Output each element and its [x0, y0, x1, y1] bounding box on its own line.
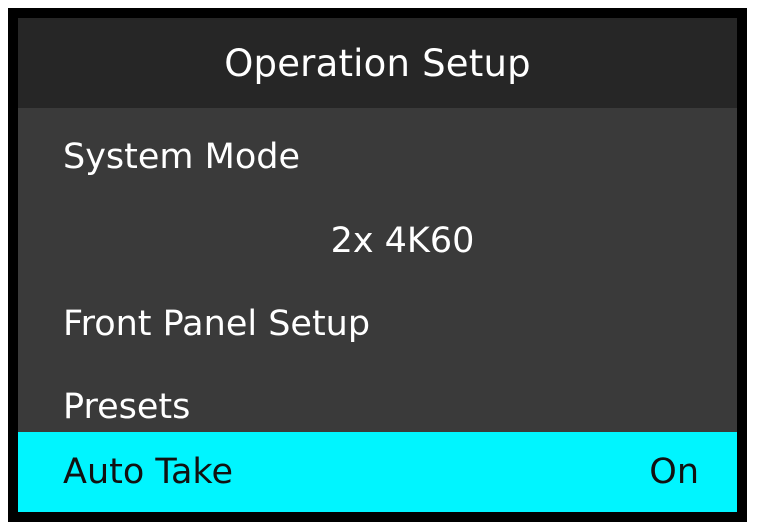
menu-screen: Operation Setup System Mode 2x 4K60 Fron…: [18, 18, 737, 512]
menu-item-label: System Mode: [63, 137, 301, 177]
auto-take-value: On: [649, 452, 699, 492]
system-mode-value-row[interactable]: 2x 4K60: [18, 206, 737, 276]
title-bar: Operation Setup: [18, 18, 737, 108]
system-mode-value: 2x 4K60: [330, 221, 475, 261]
device-display-frame: Operation Setup System Mode 2x 4K60 Fron…: [8, 8, 747, 522]
menu-item-front-panel-setup[interactable]: Front Panel Setup: [18, 289, 737, 359]
menu-item-label: Front Panel Setup: [63, 304, 371, 344]
page-title: Operation Setup: [224, 41, 531, 85]
menu-item-label: Presets: [63, 387, 191, 427]
menu-item-system-mode[interactable]: System Mode: [18, 122, 737, 192]
menu-item-auto-take-selected[interactable]: Auto Take On: [18, 432, 737, 512]
menu-item-label: Auto Take: [63, 452, 233, 492]
